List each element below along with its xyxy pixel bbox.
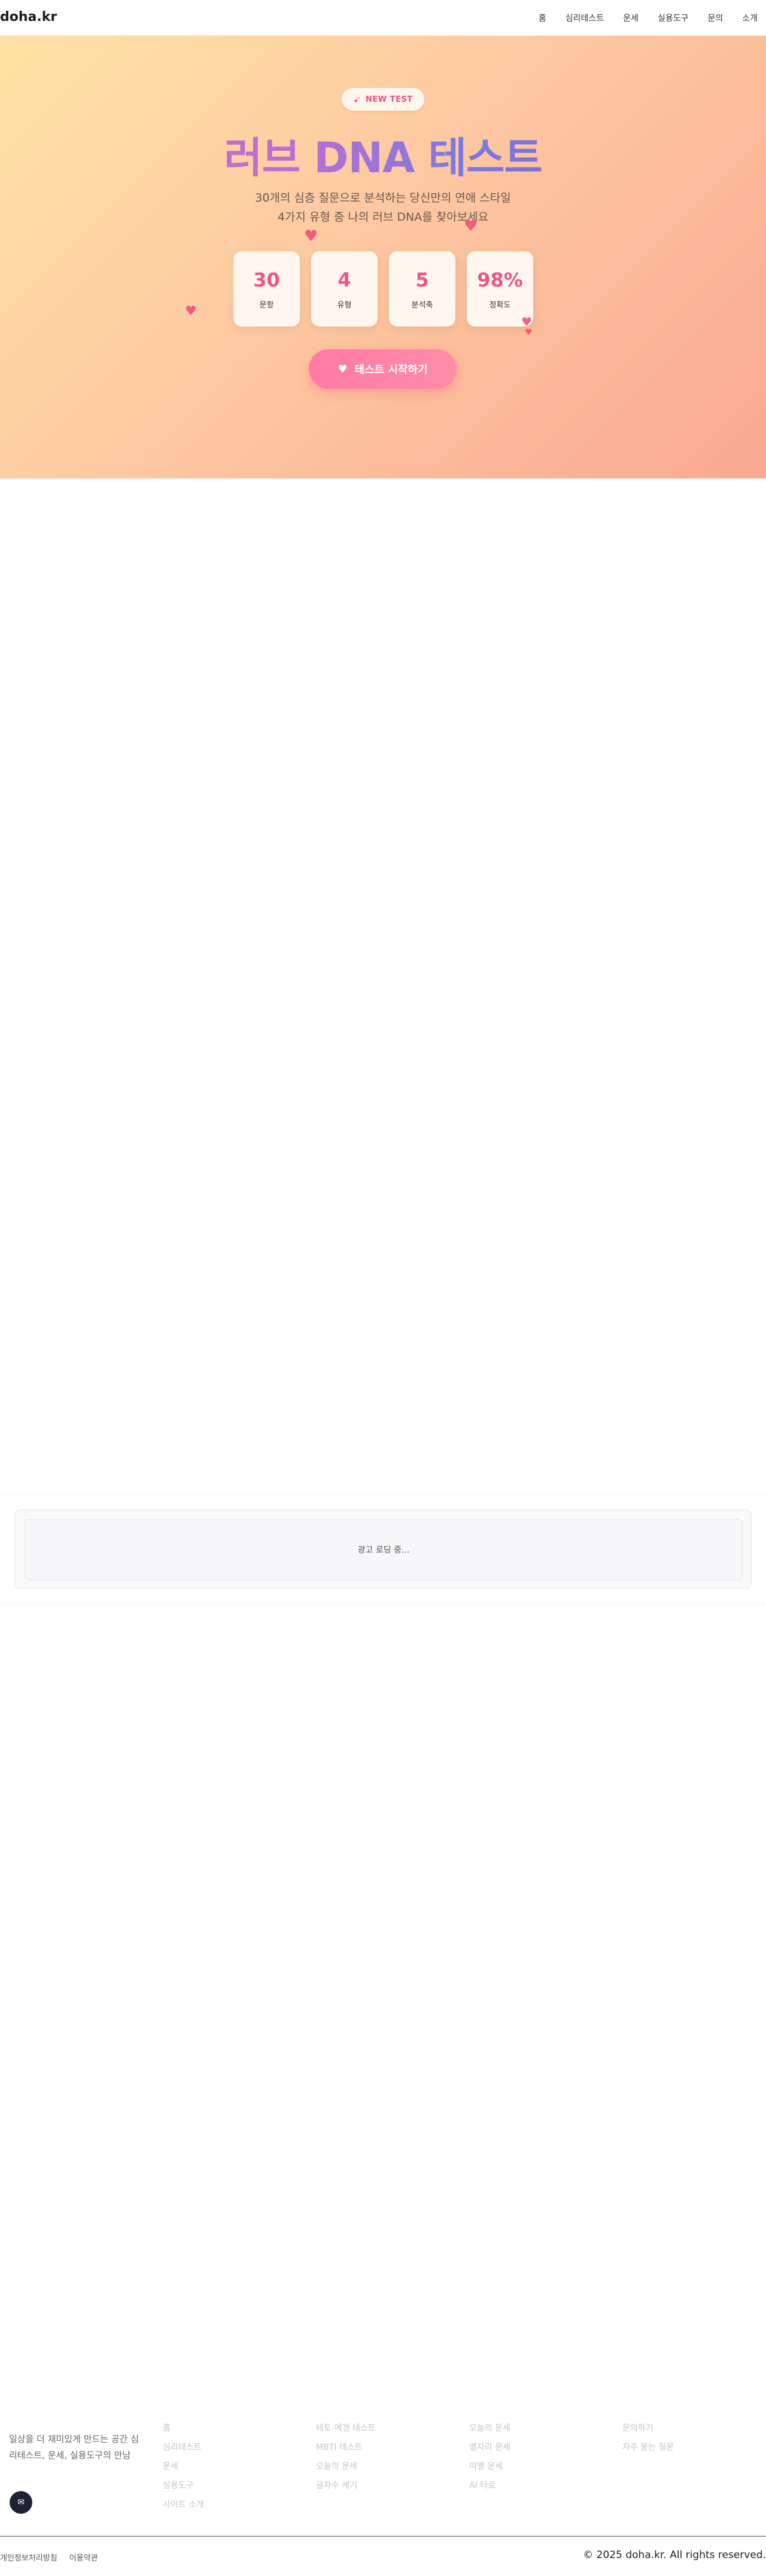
heart-icon: ♥ (338, 362, 348, 376)
stat-label: 정확도 (489, 300, 511, 310)
nav-item-home[interactable]: 홈 (539, 12, 546, 24)
page-title: 러브 DNA 테스트 (0, 124, 766, 185)
floating-heart-icon: ♥ (525, 328, 533, 337)
terms-link[interactable]: 이용약관 (69, 2551, 98, 2563)
footer-link[interactable]: 오늘의 운세 (316, 2457, 376, 2476)
privacy-policy-link[interactable]: 개인정보처리방침 (0, 2551, 57, 2563)
footer-column-support: 문의하기 자주 묻는 질문 (622, 2419, 674, 2457)
ad-container: 광고 로딩 중... (14, 1510, 752, 1589)
nav-item-fortune[interactable]: 운세 (623, 12, 639, 24)
copyright: © 2025 doha.kr. All rights reserved. (583, 2549, 766, 2561)
nav-item-about[interactable]: 소개 (742, 12, 758, 24)
stat-card-types: 4 유형 (311, 251, 378, 327)
footer-link[interactable]: 사이트 소개 (163, 2495, 204, 2514)
footer-link[interactable]: 오늘의 운세 (469, 2419, 510, 2438)
nav-item-tools[interactable]: 실용도구 (658, 12, 689, 24)
footer-link[interactable]: 띠별 운세 (469, 2457, 510, 2476)
floating-heart-icon: ♥ (521, 315, 532, 329)
stat-value: 4 (338, 268, 351, 291)
nav-item-contact[interactable]: 문의 (707, 12, 723, 24)
start-test-label: 테스트 시작하기 (354, 364, 428, 376)
floating-heart-icon: ♥ (304, 227, 318, 245)
stat-label: 분석축 (411, 300, 433, 310)
subtitle-line-2: 4가지 유형 중 나의 러브 DNA를 찾아보세요 (277, 211, 489, 224)
footer-description: 일상을 더 재미있게 만드는 공간 심리테스트, 운세, 실용도구의 만남 (9, 2434, 139, 2461)
footer-link[interactable]: AI 타로 (469, 2476, 510, 2495)
stat-value: 5 (415, 268, 429, 291)
stat-value: 98% (477, 268, 523, 291)
ad-section: 광고 로딩 중... (0, 1495, 766, 1603)
stat-label: 문항 (259, 300, 274, 310)
footer-link[interactable]: 글자수 세기 (316, 2476, 376, 2495)
footer-link[interactable]: 운세 (163, 2457, 204, 2476)
badge-label: NEW TEST (365, 94, 413, 104)
rocket-icon: ➹ (353, 94, 361, 105)
footer-column-tests: 테토-에겐 테스트 MBTI 테스트 오늘의 운세 글자수 세기 (316, 2419, 376, 2495)
site-logo[interactable]: doha.kr (0, 10, 57, 25)
chat-icon[interactable]: ✉ (10, 2491, 32, 2514)
footer-column-menu: 홈 심리테스트 운세 실용도구 사이트 소개 (163, 2419, 204, 2514)
nav-item-psych-test[interactable]: 심리테스트 (566, 12, 604, 24)
new-test-badge: ➹ NEW TEST (342, 88, 424, 111)
footer-link[interactable]: 심리테스트 (163, 2438, 204, 2457)
footer-column-fortune: 오늘의 운세 별자리 운세 띠별 운세 AI 타로 (469, 2419, 510, 2495)
subtitle-line-1: 30개의 심층 질문으로 분석하는 당신만의 연애 스타일 (255, 191, 511, 205)
stat-card-questions: 30 문항 (233, 251, 300, 327)
floating-heart-icon: ♥ (185, 304, 197, 319)
footer-link[interactable]: 홈 (163, 2419, 204, 2438)
floating-heart-icon: ♥ (464, 217, 478, 235)
site-header: doha.kr 홈 심리테스트 운세 실용도구 문의 소개 (0, 0, 766, 36)
stat-label: 유형 (337, 300, 352, 310)
stat-card-axes: 5 분석축 (389, 251, 455, 327)
footer-link[interactable]: 문의하기 (622, 2419, 674, 2438)
footer-link[interactable]: 별자리 운세 (469, 2438, 510, 2457)
main-nav: 홈 심리테스트 운세 실용도구 문의 소개 (539, 12, 758, 24)
start-test-button[interactable]: ♥ 테스트 시작하기 (309, 349, 457, 389)
stat-value: 30 (253, 268, 280, 291)
hero-section: ➹ NEW TEST 러브 DNA 테스트 30개의 심층 질문으로 분석하는 … (0, 36, 766, 478)
footer-legal-links: 개인정보처리방침 이용약관 (0, 2551, 98, 2563)
ad-loading-text: 광고 로딩 중... (25, 1519, 743, 1580)
stats-row: 30 문항 4 유형 5 분석축 98% 정확도 (233, 251, 533, 327)
hero-subtitle: 30개의 심층 질문으로 분석하는 당신만의 연애 스타일 4가지 유형 중 나… (0, 188, 766, 227)
footer-divider (0, 2536, 766, 2537)
footer-link[interactable]: MBTI 테스트 (316, 2438, 376, 2457)
footer-link[interactable]: 자주 묻는 질문 (622, 2438, 674, 2457)
site-footer: 일상을 더 재미있게 만드는 공간 심리테스트, 운세, 실용도구의 만남 ✉ … (0, 2392, 766, 2576)
footer-link[interactable]: 실용도구 (163, 2476, 204, 2495)
footer-link[interactable]: 테토-에겐 테스트 (316, 2419, 376, 2438)
